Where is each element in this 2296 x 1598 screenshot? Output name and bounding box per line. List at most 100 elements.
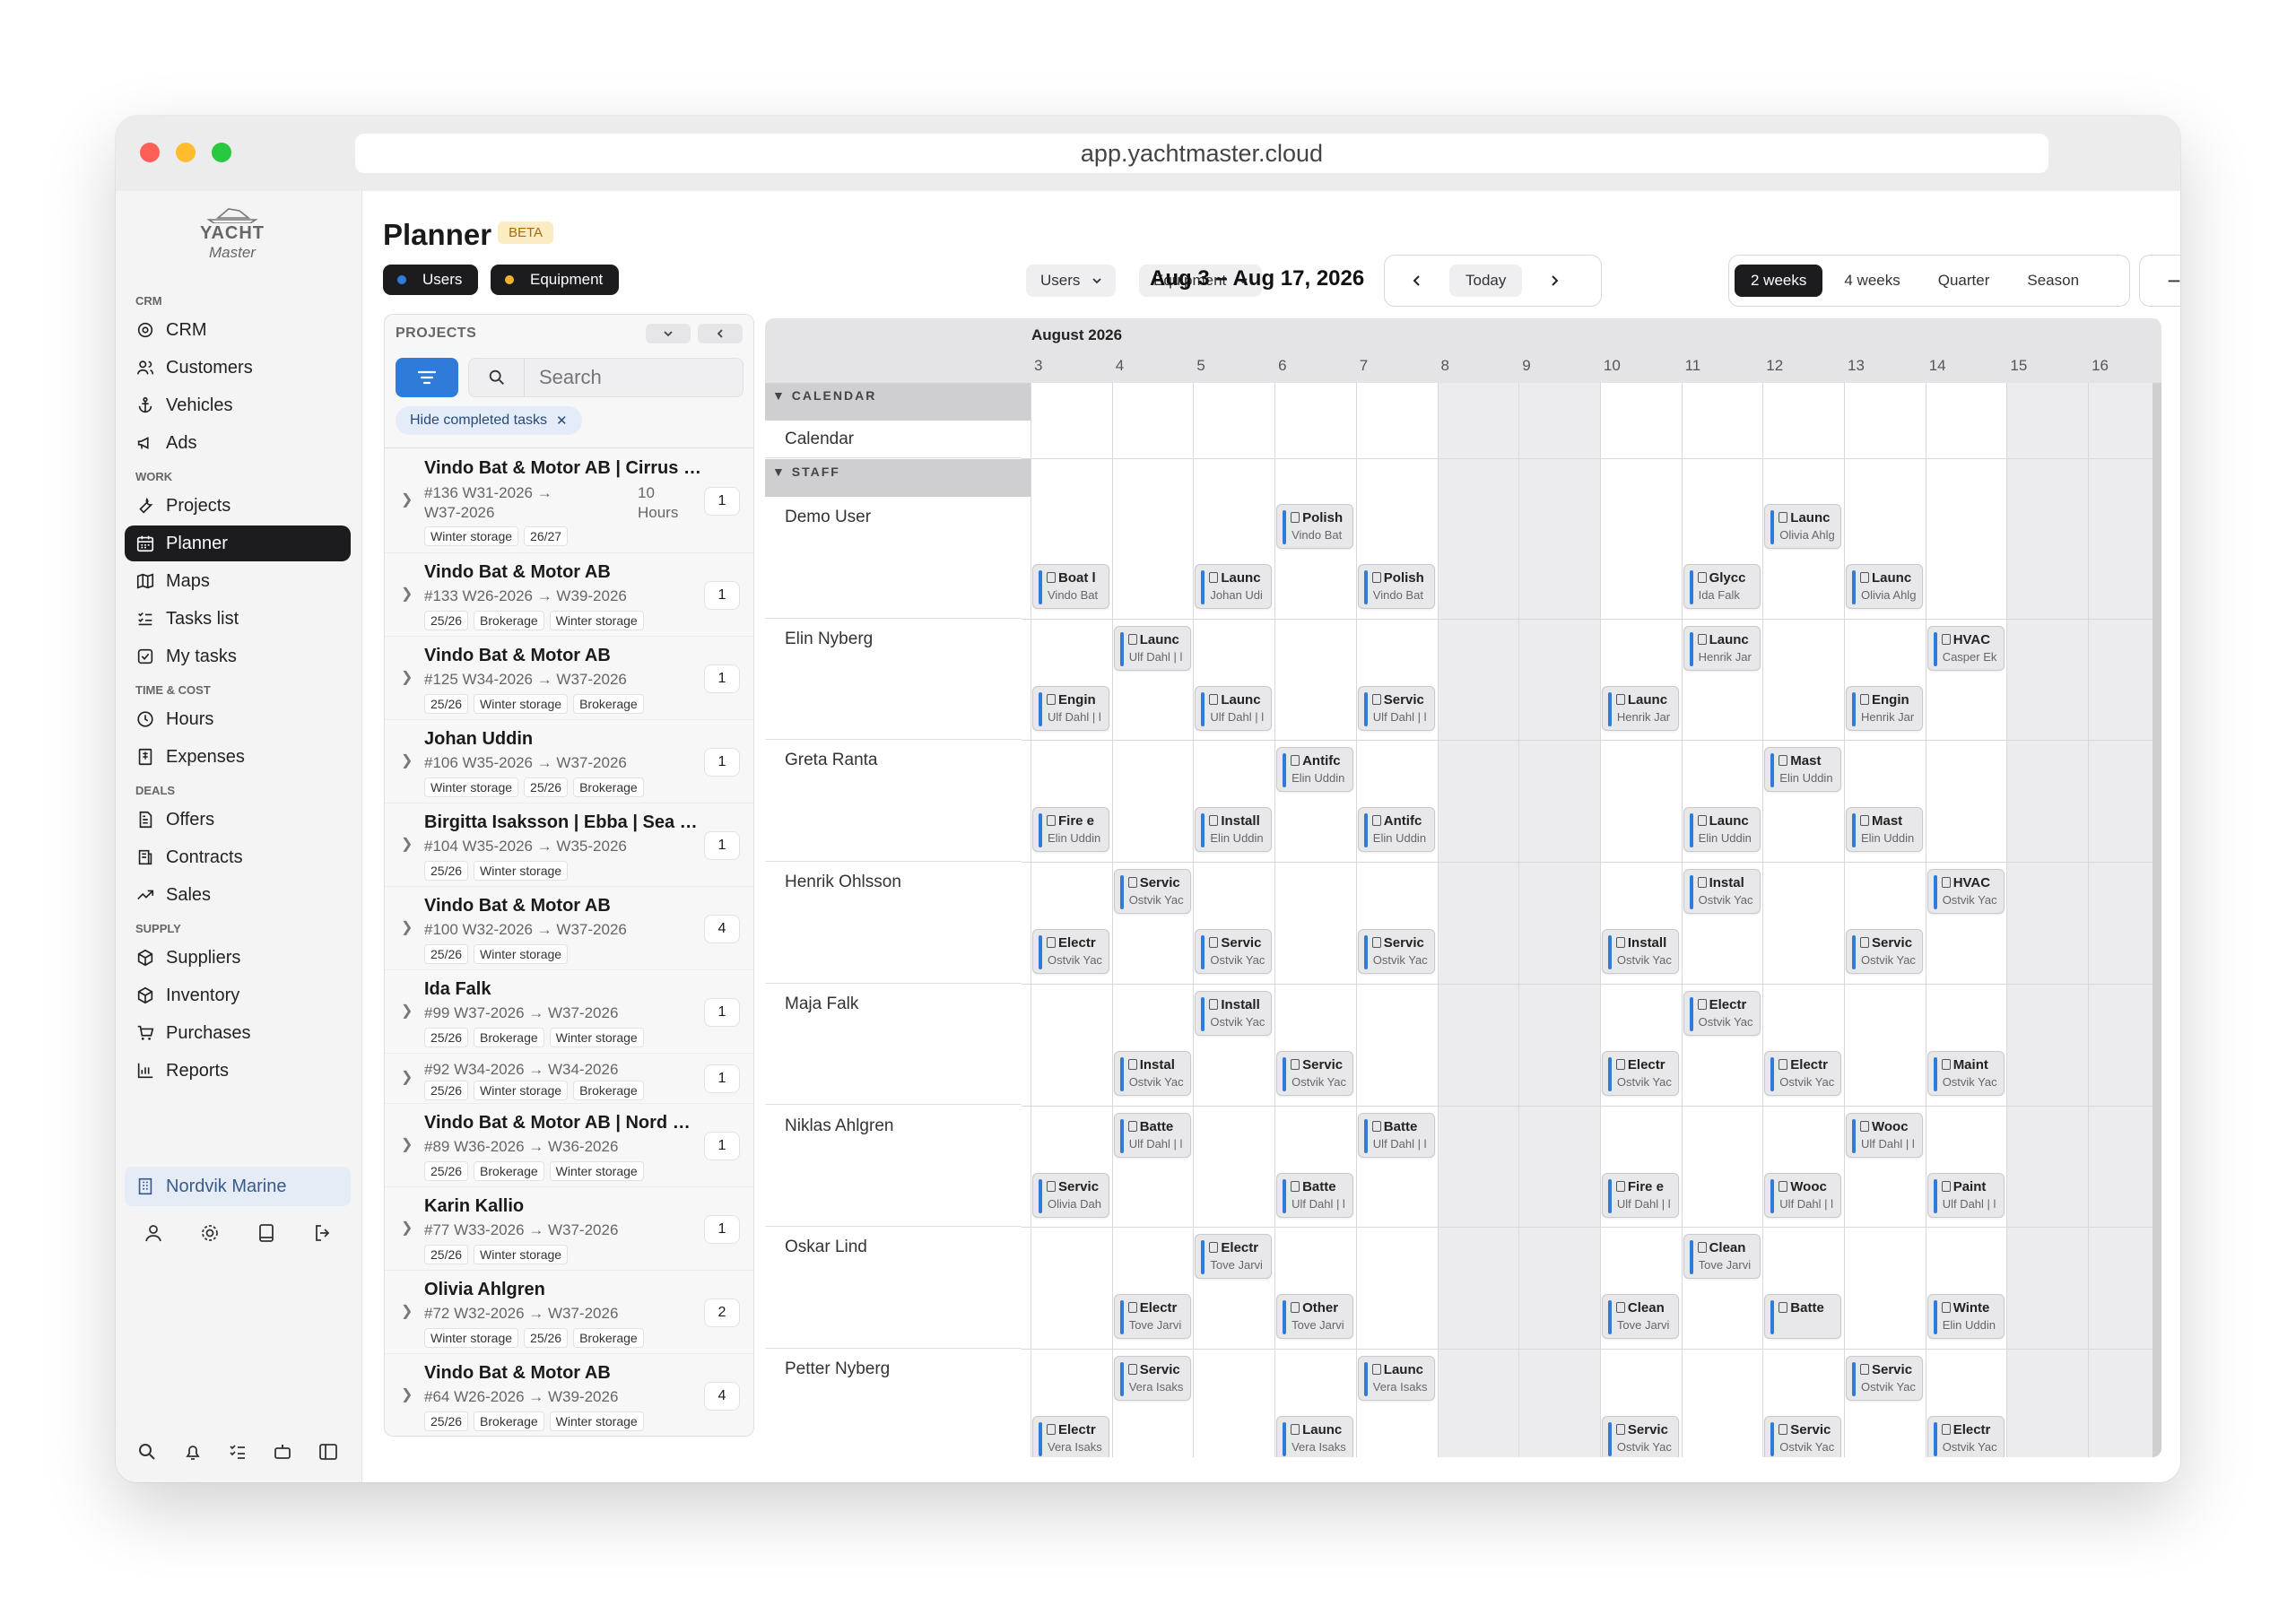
- chevron-right-icon[interactable]: ❯: [401, 1002, 413, 1020]
- project-list-item[interactable]: ❯ Vindo Bat & Motor AB | Nord St... #89 W3…: [385, 1104, 753, 1187]
- project-list-item[interactable]: ❯ Vindo Bat & Motor AB | Cirrus | ... #136…: [385, 449, 753, 553]
- address-bar[interactable]: app.yachtmaster.cloud: [355, 134, 2048, 173]
- zoom-out-button[interactable]: −: [2145, 265, 2180, 297]
- task-card[interactable]: Electr Ostvik Yac: [1683, 990, 1761, 1036]
- task-card[interactable]: Launc Henrik Jar: [1601, 685, 1679, 731]
- search-icon[interactable]: [136, 1441, 158, 1463]
- org-switcher[interactable]: Nordvik Marine: [125, 1167, 351, 1206]
- chevron-right-icon[interactable]: ❯: [401, 1135, 413, 1153]
- close-icon[interactable]: ✕: [556, 413, 568, 429]
- task-card[interactable]: HVAC Ostvik Yac: [1926, 869, 2005, 915]
- project-list-item[interactable]: ❯ Vindo Bat & Motor AB #133 W26-2026 → W39…: [385, 553, 753, 637]
- task-card[interactable]: Clean Tove Jarvi: [1601, 1294, 1679, 1340]
- sidebar-item-crm[interactable]: CRM: [125, 312, 351, 348]
- project-list-item[interactable]: ❯ Johan Uddin #106 W35-2026 → W37-2026 Wint…: [385, 720, 753, 803]
- collapse-list-button[interactable]: [646, 324, 691, 343]
- collapse-triangle-icon[interactable]: ▼: [772, 388, 787, 403]
- task-card[interactable]: Mast Elin Uddin: [1764, 747, 1842, 793]
- task-card[interactable]: Servic Ostvik Yac: [1357, 929, 1435, 975]
- task-card[interactable]: Winte Elin Uddin: [1926, 1294, 2005, 1340]
- task-card[interactable]: Fire e Elin Uddin: [1032, 807, 1109, 853]
- task-card[interactable]: Paint Ulf Dahl | l: [1926, 1172, 2005, 1218]
- section-header[interactable]: ▼ CALENDAR: [765, 383, 1031, 421]
- chevron-right-icon[interactable]: ❯: [401, 1068, 413, 1086]
- chevron-right-icon[interactable]: ❯: [401, 668, 413, 686]
- chevron-right-icon[interactable]: ❯: [401, 1302, 413, 1320]
- section-header[interactable]: ▼ STAFF: [765, 459, 1031, 497]
- scrollbar[interactable]: [2152, 383, 2161, 1457]
- chevron-right-icon[interactable]: ❯: [401, 1385, 413, 1403]
- task-card[interactable]: Servic Ostvik Yac: [1846, 929, 1923, 975]
- collapse-triangle-icon[interactable]: ▼: [772, 465, 787, 479]
- task-card[interactable]: Launc Vera Isaks: [1276, 1415, 1354, 1457]
- task-card[interactable]: Install Elin Uddin: [1195, 807, 1273, 853]
- range-2-weeks[interactable]: 2 weeks: [1735, 265, 1823, 297]
- task-card[interactable]: Antifc Elin Uddin: [1357, 807, 1435, 853]
- task-card[interactable]: Electr Ostvik Yac: [1764, 1050, 1842, 1096]
- minimize-window-button[interactable]: [176, 143, 196, 162]
- task-card[interactable]: Batte: [1764, 1294, 1842, 1340]
- sidebar-item-expenses[interactable]: Expenses: [125, 739, 351, 775]
- filter-button[interactable]: [396, 358, 458, 397]
- chevron-right-icon[interactable]: ❯: [401, 918, 413, 936]
- sidebar-item-customers[interactable]: Customers: [125, 350, 351, 386]
- task-card[interactable]: Mast Elin Uddin: [1846, 807, 1923, 853]
- task-card[interactable]: Clean Tove Jarvi: [1683, 1234, 1761, 1280]
- task-card[interactable]: Electr Ostvik Yac: [1601, 1050, 1679, 1096]
- task-card[interactable]: Antifc Elin Uddin: [1276, 747, 1354, 793]
- chevron-right-icon[interactable]: ❯: [401, 835, 413, 853]
- task-card[interactable]: Polish Vindo Bat: [1276, 504, 1354, 549]
- task-card[interactable]: Launc Olivia Ahlg: [1764, 504, 1842, 549]
- task-card[interactable]: Launc Johan Udi: [1195, 564, 1273, 609]
- users-dropdown[interactable]: Users: [1026, 265, 1117, 297]
- task-card[interactable]: Electr Ostvik Yac: [1032, 929, 1109, 975]
- project-list-item[interactable]: ❯ Vindo Bat & Motor AB #125 W34-2026 → W37…: [385, 637, 753, 720]
- task-card[interactable]: Engin Ulf Dahl | l: [1032, 685, 1109, 731]
- task-card[interactable]: Servic Ostvik Yac: [1846, 1355, 1923, 1401]
- sidebar-item-my-tasks[interactable]: My tasks: [125, 638, 351, 674]
- project-list-item[interactable]: ❯ Vindo Bat & Motor AB #64 W26-2026 → W39-…: [385, 1354, 753, 1436]
- tablet-icon[interactable]: [256, 1222, 277, 1244]
- logout-icon[interactable]: [312, 1222, 334, 1244]
- task-card[interactable]: Fire e Ulf Dahl | l: [1601, 1172, 1679, 1218]
- task-card[interactable]: Electr Tove Jarvi: [1195, 1234, 1273, 1280]
- task-card[interactable]: Servic Ostvik Yac: [1601, 1415, 1679, 1457]
- task-card[interactable]: Servic Vera Isaks: [1113, 1355, 1191, 1401]
- task-card[interactable]: Wooc Ulf Dahl | l: [1846, 1112, 1923, 1158]
- task-card[interactable]: Servic Ulf Dahl | l: [1357, 685, 1435, 731]
- prev-period-button[interactable]: [1390, 265, 1444, 297]
- chevron-right-icon[interactable]: ❯: [401, 585, 413, 603]
- project-list-item[interactable]: ❯ Birgitta Isaksson | Ebba | Sea Ra... #10…: [385, 803, 753, 887]
- maximize-window-button[interactable]: [212, 143, 231, 162]
- sidebar-item-planner[interactable]: Planner: [125, 525, 351, 561]
- chevron-right-icon[interactable]: ❯: [401, 491, 413, 508]
- sidebar-item-vehicles[interactable]: Vehicles: [125, 387, 351, 423]
- task-card[interactable]: Electr Vera Isaks: [1032, 1415, 1109, 1457]
- task-card[interactable]: Launc Olivia Ahlg: [1846, 564, 1923, 609]
- search-input[interactable]: [525, 366, 731, 389]
- filter-chip[interactable]: Hide completed tasks ✕: [396, 406, 582, 435]
- range-4-weeks[interactable]: 4 weeks: [1828, 265, 1916, 297]
- sidebar-item-reports[interactable]: Reports: [125, 1053, 351, 1089]
- sidebar-item-contracts[interactable]: Contracts: [125, 839, 351, 875]
- task-card[interactable]: Batte Ulf Dahl | l: [1276, 1172, 1354, 1218]
- sidebar-item-tasks-list[interactable]: Tasks list: [125, 601, 351, 637]
- close-window-button[interactable]: [140, 143, 160, 162]
- task-card[interactable]: Servic Ostvik Yac: [1276, 1050, 1354, 1096]
- task-card[interactable]: Engin Henrik Jar: [1846, 685, 1923, 731]
- next-period-button[interactable]: [1527, 265, 1581, 297]
- task-card[interactable]: Other Tove Jarvi: [1276, 1294, 1354, 1340]
- collapse-panel-button[interactable]: [698, 324, 743, 343]
- task-card[interactable]: Polish Vindo Bat: [1357, 564, 1435, 609]
- sidebar-item-hours[interactable]: Hours: [125, 701, 351, 737]
- task-card[interactable]: Maint Ostvik Yac: [1926, 1050, 2005, 1096]
- sidebar-item-offers[interactable]: Offers: [125, 802, 351, 838]
- task-card[interactable]: Servic Ostvik Yac: [1113, 869, 1191, 915]
- sidebar-item-purchases[interactable]: Purchases: [125, 1015, 351, 1051]
- task-card[interactable]: Boat l Vindo Bat: [1032, 564, 1109, 609]
- task-card[interactable]: Launc Henrik Jar: [1683, 625, 1761, 671]
- task-card[interactable]: Batte Ulf Dahl | l: [1113, 1112, 1191, 1158]
- task-card[interactable]: Install Ostvik Yac: [1601, 929, 1679, 975]
- range-season[interactable]: Season: [2011, 265, 2095, 297]
- sidebar-item-sales[interactable]: Sales: [125, 877, 351, 913]
